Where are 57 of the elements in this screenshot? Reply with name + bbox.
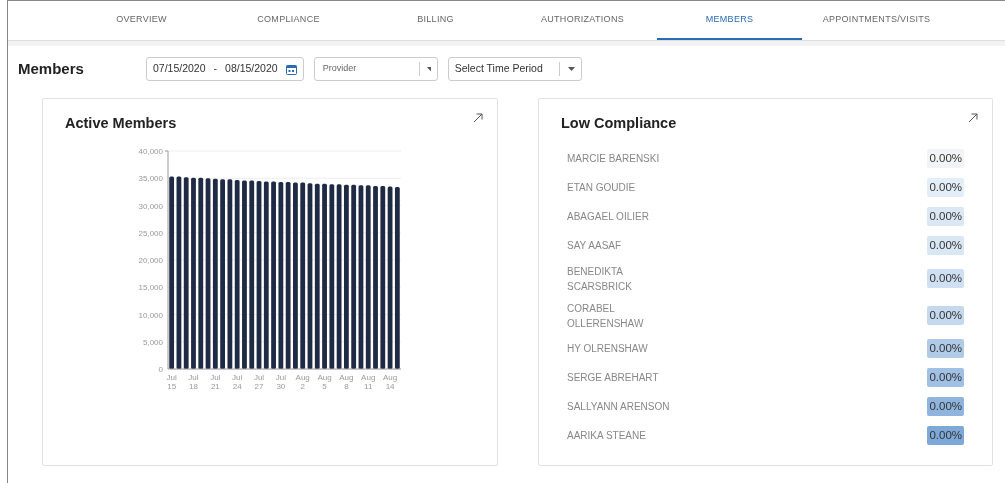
nav-tab[interactable]: BILLING bbox=[363, 1, 508, 40]
expand-icon[interactable] bbox=[473, 113, 483, 123]
x-axis-label: Aug 11 bbox=[361, 372, 376, 391]
x-axis-label: Jul 30 bbox=[275, 372, 286, 391]
provider-input[interactable]: Provider bbox=[320, 61, 411, 77]
member-name: BENEDIKTA SCARSBRICK bbox=[567, 264, 633, 294]
calendar-icon bbox=[285, 63, 297, 75]
compliance-percentage: 0.00% bbox=[927, 178, 964, 198]
y-axis-label: 35,000 bbox=[138, 174, 163, 183]
x-axis-label: Jul 24 bbox=[232, 372, 243, 391]
x-axis-label: Aug 14 bbox=[382, 372, 398, 391]
compliance-percentage: 0.00% bbox=[927, 339, 964, 359]
caret-icon bbox=[567, 67, 575, 71]
x-axis-label: Jul 27 bbox=[253, 372, 265, 391]
y-axis-label: 5,000 bbox=[142, 337, 163, 347]
y-axis-label: 20,000 bbox=[138, 255, 163, 265]
member-name: SALLYANN ARENSON bbox=[567, 400, 671, 415]
caret-icon bbox=[427, 67, 431, 71]
compliance-percentage: 0.00% bbox=[927, 236, 964, 256]
member-name: SERGE ABREHART bbox=[567, 371, 660, 386]
y-axis-label: 40,000 bbox=[138, 146, 163, 156]
y-axis-label: 25,000 bbox=[138, 228, 163, 238]
compliance-percentage: 0.00% bbox=[927, 368, 964, 388]
x-axis-label: Jul 18 bbox=[188, 372, 199, 391]
member-name: AARIKA STEANE bbox=[567, 429, 647, 444]
date-range-field[interactable]: 07/15/2020 - 08/15/2020 bbox=[146, 57, 304, 81]
x-axis-label: Jul 15 bbox=[166, 372, 177, 391]
y-axis-label: 0 bbox=[158, 364, 163, 374]
page-title: Members bbox=[18, 58, 85, 79]
nav-tab[interactable]: APPOINTMENTS/VISITS bbox=[804, 1, 949, 40]
compliance-percentage: 0.00% bbox=[927, 426, 964, 446]
compliance-percentage: 0.00% bbox=[927, 306, 964, 326]
nav-tab[interactable]: AUTHORIZATIONS bbox=[510, 1, 655, 40]
x-axis-label: Aug 2 bbox=[295, 372, 310, 391]
member-name: MARCIE BARENSKI bbox=[567, 152, 661, 167]
member-name: ETAN GOUDIE bbox=[567, 181, 637, 196]
y-axis-label: 30,000 bbox=[138, 201, 163, 211]
x-axis-label: Jul 21 bbox=[210, 372, 221, 391]
member-name: CORABEL OLLERENSHAW bbox=[567, 301, 645, 331]
y-axis-label: 15,000 bbox=[138, 283, 163, 292]
card-title: Active Members bbox=[65, 114, 177, 133]
x-axis-label: Aug 8 bbox=[339, 372, 354, 391]
y-axis-label: 10,000 bbox=[138, 310, 163, 320]
member-name: ABAGAEL OILIER bbox=[567, 210, 650, 225]
time-period-dropdown[interactable]: Select Time Period bbox=[447, 57, 582, 81]
x-axis-label: Aug 5 bbox=[317, 372, 332, 391]
compliance-percentage: 0.00% bbox=[927, 149, 964, 169]
member-name: HY OLRENSHAW bbox=[567, 342, 649, 357]
nav-tab[interactable]: COMPLIANCE bbox=[216, 1, 361, 40]
nav-tab[interactable]: OVERVIEW bbox=[69, 1, 214, 40]
provider-dropdown[interactable]: Provider bbox=[313, 57, 438, 81]
member-name: SAY AASAF bbox=[567, 239, 623, 254]
compliance-percentage: 0.00% bbox=[927, 269, 964, 289]
card-title: Low Compliance bbox=[561, 114, 677, 133]
expand-icon[interactable] bbox=[968, 113, 978, 123]
compliance-percentage: 0.00% bbox=[927, 397, 964, 417]
compliance-percentage: 0.00% bbox=[927, 207, 964, 227]
